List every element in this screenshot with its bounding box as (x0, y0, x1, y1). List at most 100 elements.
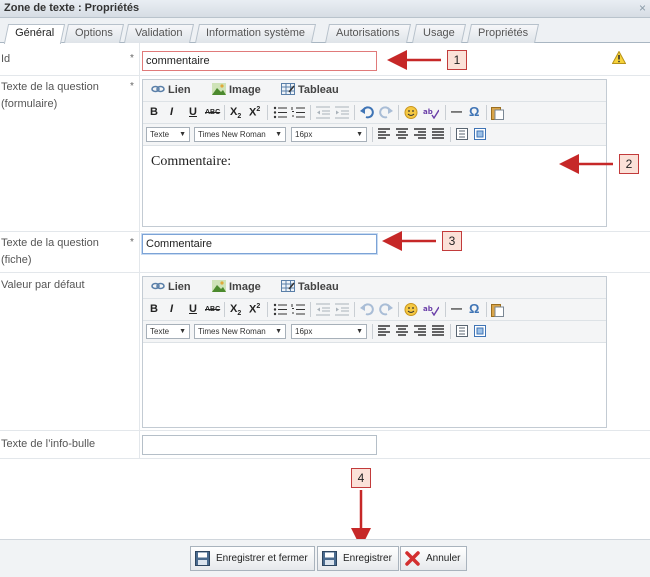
special-char-button[interactable]: Ω (469, 301, 479, 316)
dialog-footer: Enregistrer et fermer Enregistrer Annule… (0, 539, 650, 577)
align-left-icon[interactable] (378, 128, 390, 140)
superscript-button[interactable]: X2 (249, 106, 260, 119)
strikethrough-button[interactable]: ABC (205, 306, 220, 313)
numbered-list-icon[interactable] (291, 106, 305, 119)
editor-style-bar: Texte ▼ Times New Roman ▼ 16px ▼ (143, 124, 606, 146)
style-select[interactable]: Texte ▼ (146, 324, 190, 339)
save-close-icon (195, 551, 210, 566)
close-icon[interactable]: × (639, 1, 646, 15)
bullet-list-icon[interactable] (273, 106, 287, 119)
save-icon (322, 551, 337, 566)
required-mark: * (130, 237, 134, 248)
row-default-value: Valeur par défaut Lien Image Tableau B I… (0, 273, 650, 431)
redo-icon[interactable] (379, 303, 393, 316)
align-right-icon[interactable] (414, 325, 426, 337)
insert-link-button[interactable]: Lien (151, 280, 191, 293)
tab-validation[interactable]: Validation (123, 24, 194, 43)
insert-table-button[interactable]: Tableau (281, 83, 339, 96)
cancel-button[interactable]: Annuler (400, 546, 468, 571)
indent-icon[interactable] (335, 106, 349, 119)
emoticon-icon[interactable] (404, 303, 418, 316)
default-value-editor[interactable]: Lien Image Tableau B I U ABC X2 X2 ab — … (142, 276, 607, 428)
question-form-label: Texte de la question (formulaire) (1, 81, 99, 110)
bold-button[interactable]: B (150, 303, 158, 315)
align-justify-icon[interactable] (432, 325, 444, 337)
spellcheck-icon[interactable]: ab (423, 106, 439, 119)
emoticon-icon[interactable] (404, 106, 418, 119)
outdent-icon[interactable] (316, 303, 330, 316)
tab-general[interactable]: Général (3, 24, 66, 44)
insert-table-button[interactable]: Tableau (281, 280, 339, 293)
table-icon (281, 83, 295, 95)
warning-icon (612, 51, 626, 64)
strikethrough-button[interactable]: ABC (205, 109, 220, 116)
insert-image-button[interactable]: Image (212, 83, 261, 96)
callout-3: 3 (442, 231, 462, 251)
horizontal-rule-button[interactable]: — (451, 106, 462, 118)
callout-2: 2 (619, 154, 639, 174)
tab-usage[interactable]: Usage (411, 24, 466, 43)
font-select[interactable]: Times New Roman ▼ (194, 127, 286, 142)
bold-button[interactable]: B (150, 106, 158, 118)
tab-system-info[interactable]: Information système (194, 24, 317, 43)
align-right-icon[interactable] (414, 128, 426, 140)
subscript-button[interactable]: X2 (230, 303, 241, 317)
editor-content-area[interactable]: Commentaire: (143, 146, 606, 228)
required-mark: * (130, 53, 134, 64)
underline-button[interactable]: U (189, 106, 197, 118)
tooltip-input[interactable] (142, 435, 377, 455)
align-justify-icon[interactable] (432, 128, 444, 140)
tab-properties[interactable]: Propriétés (466, 24, 540, 43)
link-icon (151, 85, 165, 93)
paste-icon[interactable] (491, 303, 504, 317)
required-mark: * (130, 81, 134, 92)
undo-icon[interactable] (360, 303, 374, 316)
spellcheck-icon[interactable]: ab (423, 303, 439, 316)
id-input[interactable] (142, 51, 377, 71)
align-center-icon[interactable] (396, 128, 408, 140)
source-icon[interactable] (456, 325, 468, 337)
redo-icon[interactable] (379, 106, 393, 119)
insert-link-button[interactable]: Lien (151, 83, 191, 96)
fullscreen-icon[interactable] (474, 325, 486, 337)
numbered-list-icon[interactable] (291, 303, 305, 316)
insert-image-button[interactable]: Image (212, 280, 261, 293)
question-form-editor[interactable]: Lien Image Tableau B I U ABC X2 X2 ab — … (142, 79, 607, 227)
indent-icon[interactable] (335, 303, 349, 316)
fullscreen-icon[interactable] (474, 128, 486, 140)
editor-format-bar: B I U ABC X2 X2 ab — Ω (143, 299, 606, 321)
link-icon (151, 282, 165, 290)
font-size-select[interactable]: 16px ▼ (291, 127, 367, 142)
font-select[interactable]: Times New Roman ▼ (194, 324, 286, 339)
editor-format-bar: B I U ABC X2 X2 ab — Ω (143, 102, 606, 124)
horizontal-rule-button[interactable]: — (451, 303, 462, 315)
subscript-button[interactable]: X2 (230, 106, 241, 120)
tab-authorizations[interactable]: Autorisations (324, 24, 411, 43)
default-value-label: Valeur par défaut (1, 279, 85, 291)
paste-icon[interactable] (491, 106, 504, 120)
row-question-form: Texte de la question (formulaire) * Lien… (0, 76, 650, 232)
bullet-list-icon[interactable] (273, 303, 287, 316)
special-char-button[interactable]: Ω (469, 104, 479, 119)
undo-icon[interactable] (360, 106, 374, 119)
save-and-close-button[interactable]: Enregistrer et fermer (190, 546, 315, 571)
question-fiche-input[interactable] (142, 234, 377, 254)
image-icon (212, 280, 226, 292)
italic-button[interactable]: I (170, 106, 173, 118)
editor-content-area[interactable] (143, 343, 606, 427)
row-id: Id * (0, 43, 650, 76)
superscript-button[interactable]: X2 (249, 303, 260, 316)
tab-options[interactable]: Options (63, 24, 124, 43)
style-select[interactable]: Texte ▼ (146, 127, 190, 142)
window-title-bar: Zone de texte : Propriétés × (0, 0, 650, 18)
source-icon[interactable] (456, 128, 468, 140)
italic-button[interactable]: I (170, 303, 173, 315)
underline-button[interactable]: U (189, 303, 197, 315)
align-left-icon[interactable] (378, 325, 390, 337)
editor-style-bar: Texte ▼ Times New Roman ▼ 16px ▼ (143, 321, 606, 343)
font-size-select[interactable]: 16px ▼ (291, 324, 367, 339)
align-center-icon[interactable] (396, 325, 408, 337)
save-button[interactable]: Enregistrer (317, 546, 399, 571)
editor-insert-bar: Lien Image Tableau (143, 277, 606, 299)
outdent-icon[interactable] (316, 106, 330, 119)
